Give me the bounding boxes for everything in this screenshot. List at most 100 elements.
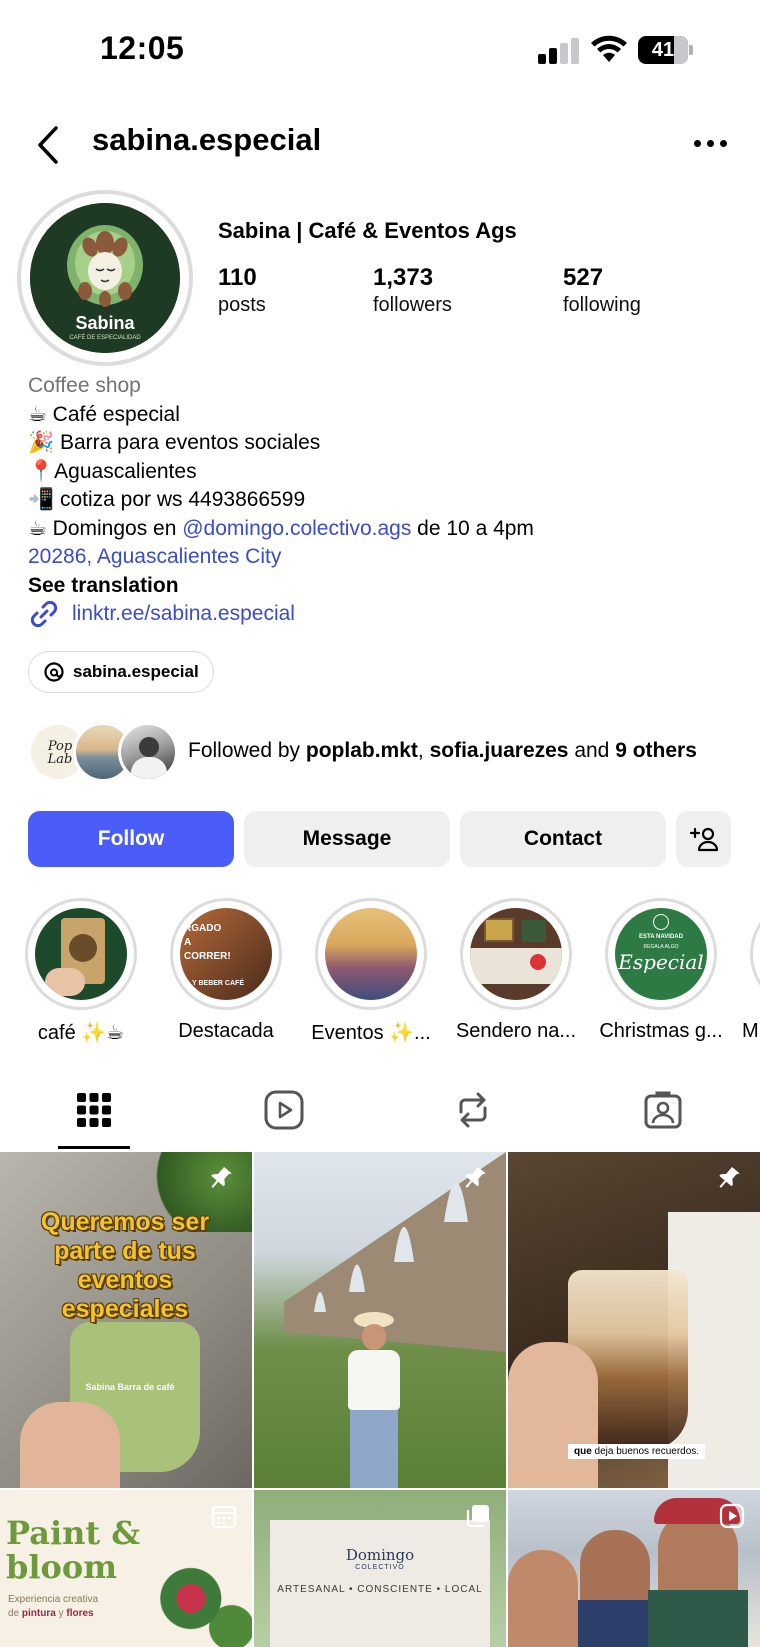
chevron-left-icon[interactable] <box>30 122 70 168</box>
page-title: sabina.especial <box>92 122 322 157</box>
external-link-text: linktr.ee/sabina.especial <box>72 602 295 625</box>
shirt-shape <box>578 1600 652 1647</box>
post-thumbnail[interactable]: que deja buenos recuerdos. <box>508 1152 760 1488</box>
post-thumbnail[interactable]: Paint & bloom Experiencia creativa de pi… <box>0 1490 252 1647</box>
profile-bio: Coffee shop ☕ Café especial 🎉 Barra para… <box>28 372 738 600</box>
tab-reels[interactable] <box>254 1085 314 1135</box>
pin-icon <box>465 1167 486 1188</box>
avatar: Sabina CAFÉ DE ESPECIALIDAD <box>30 203 180 353</box>
post-thumbnail[interactable] <box>254 1152 506 1488</box>
threads-icon <box>44 662 64 682</box>
followed-by-prefix: Followed by <box>188 739 306 762</box>
tab-reposts[interactable] <box>443 1085 503 1135</box>
mutual-others[interactable]: 9 others <box>615 739 697 762</box>
subtitle-prefix: de <box>8 1608 22 1619</box>
see-translation-button[interactable]: See translation <box>28 572 738 601</box>
profile-tabs <box>0 1075 760 1151</box>
mutual-user-1[interactable]: poplab.mkt <box>306 739 418 762</box>
post-subtitle-2: de pintura y flores <box>8 1608 94 1619</box>
add-person-icon <box>689 827 718 852</box>
post-overlay-text: Queremos ser parte de tus eventos especi… <box>40 1208 210 1323</box>
bio-line-prefix: ☕ Domingos en <box>28 516 183 540</box>
post-thumbnail[interactable] <box>508 1490 760 1647</box>
wifi-icon <box>591 35 627 62</box>
posts-grid: Queremos ser parte de tus eventos especi… <box>0 1152 760 1647</box>
more-horizontal-icon[interactable] <box>692 140 732 150</box>
followed-by-and: and <box>568 739 616 762</box>
post-thumbnail[interactable]: Queremos ser parte de tus eventos especi… <box>0 1152 252 1488</box>
highlight-item[interactable]: ESTA NAVIDAD REGALA ALGO Especial Christ… <box>599 898 723 1043</box>
grid-icon <box>77 1093 111 1127</box>
external-link[interactable]: linktr.ee/sabina.especial <box>28 598 295 630</box>
post-tagline: ARTESANAL • CONSCIENTE • LOCAL <box>277 1584 483 1595</box>
highlight-cover <box>35 908 127 1000</box>
jeans-shape <box>350 1410 398 1488</box>
shirt-shape <box>648 1590 748 1647</box>
active-tab-indicator <box>58 1146 130 1149</box>
tab-posts[interactable] <box>64 1085 124 1135</box>
pin-icon <box>719 1167 740 1188</box>
post-subtitle-1: Experiencia creativa <box>8 1594 99 1605</box>
highlight-item[interactable]: Eventos ✨... <box>311 898 431 1045</box>
highlight-cover-text: Y BEBER CAFÉ <box>192 980 244 987</box>
bio-line: 📲 cotiza por ws 4493866599 <box>28 488 306 511</box>
threads-handle: sabina.especial <box>73 662 199 681</box>
battery-icon: 41 <box>638 36 694 64</box>
follow-button[interactable]: Follow <box>28 811 234 867</box>
contact-button[interactable]: Contact <box>460 811 666 867</box>
posts-label: posts <box>218 294 266 316</box>
post-brand-sub: COLECTIVO <box>355 1564 405 1571</box>
subtitle-highlight: pintura <box>21 1608 56 1619</box>
location-link[interactable]: 20286, Aguascalientes City <box>28 543 738 572</box>
avatar-tagline: CAFÉ DE ESPECIALIDAD <box>69 335 141 341</box>
avatar-brand-text: Sabina <box>75 313 135 333</box>
post-caption-overlay: que deja buenos recuerdos. <box>568 1444 706 1459</box>
subtitle-mid: y <box>55 1608 67 1619</box>
following-stat[interactable]: 527 following <box>563 264 641 317</box>
highlight-label: M <box>742 1020 759 1042</box>
bio-line-suffix: de 10 a 4pm <box>411 516 534 540</box>
highlight-label: Sendero na... <box>455 1020 577 1042</box>
face-shape <box>362 1324 386 1350</box>
post-title-line2: bloom <box>6 1548 118 1586</box>
pin-icon <box>211 1167 232 1188</box>
calendar-icon <box>211 1505 237 1529</box>
highlight-item[interactable]: Sendero na... <box>456 898 576 1043</box>
display-name: Sabina | Café & Eventos Ags <box>218 218 517 243</box>
category-label: Coffee shop <box>28 374 141 397</box>
suggested-users-button[interactable] <box>676 811 731 867</box>
bio-line: 📍Aguascalientes <box>28 459 197 483</box>
tab-tagged[interactable] <box>633 1085 693 1135</box>
threads-badge[interactable]: sabina.especial <box>28 651 214 693</box>
posts-stat[interactable]: 110 posts <box>218 264 266 317</box>
caption-bold: que <box>574 1446 592 1457</box>
highlight-item[interactable]: RGADO A CORRER! Y BEBER CAFÉ Destacada <box>166 898 286 1043</box>
highlight-cover: RGADO A CORRER! Y BEBER CAFÉ <box>180 908 272 1000</box>
following-count: 527 <box>563 264 604 291</box>
highlight-label: Destacada <box>178 1020 274 1042</box>
highlight-item[interactable]: M <box>742 898 760 1043</box>
shirt-shape <box>348 1350 400 1410</box>
reel-icon <box>719 1503 745 1529</box>
hand-shape <box>508 1342 598 1488</box>
highlight-cover <box>325 908 417 1000</box>
hand-shape <box>20 1402 120 1488</box>
message-button[interactable]: Message <box>244 811 450 867</box>
link-icon <box>30 600 58 628</box>
posts-count: 110 <box>218 264 257 291</box>
profile-avatar-ring[interactable]: Sabina CAFÉ DE ESPECIALIDAD <box>17 190 193 366</box>
mutual-followers[interactable]: Pop Lab Followed by poplab.mkt, sofia.ju… <box>28 722 748 784</box>
bio-line: ☕ Café especial <box>28 402 180 426</box>
mention-link[interactable]: @domingo.colectivo.ags <box>182 517 411 540</box>
highlight-item[interactable]: café ✨☕ <box>21 898 141 1045</box>
story-highlights: café ✨☕ RGADO A CORRER! Y BEBER CAFÉ Des… <box>0 898 760 1048</box>
cellular-signal-icon <box>538 38 580 64</box>
followed-by-text: Followed by poplab.mkt, sofia.juarezes a… <box>188 739 697 763</box>
post-thumbnail[interactable]: Domingo COLECTIVO ARTESANAL • CONSCIENTE… <box>254 1490 506 1647</box>
highlight-label: Christmas g... <box>599 1020 723 1042</box>
mutual-user-2[interactable]: sofia.juarezes <box>430 739 569 762</box>
followers-stat[interactable]: 1,373 followers <box>373 264 452 317</box>
status-bar: 12:05 41 <box>0 0 760 100</box>
person-shape <box>508 1550 578 1647</box>
subtitle-highlight: flores <box>66 1608 94 1619</box>
